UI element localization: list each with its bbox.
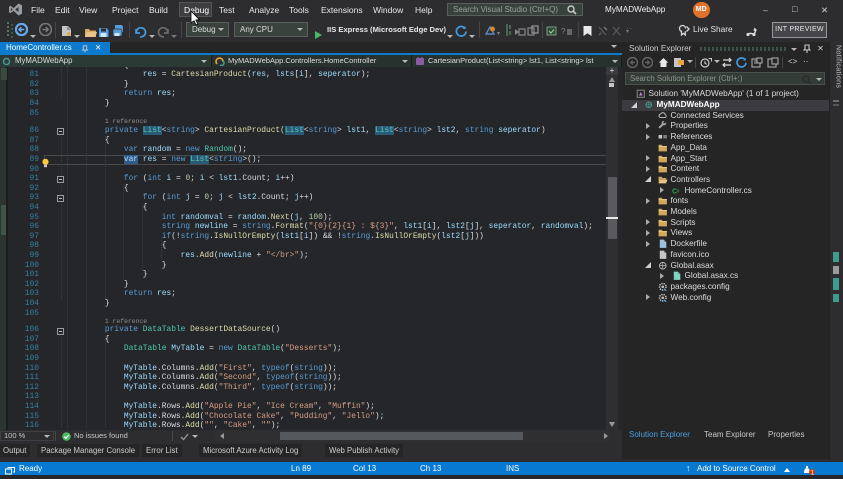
svg-text:?: ? (561, 27, 566, 36)
svg-text:#: # (677, 188, 680, 194)
